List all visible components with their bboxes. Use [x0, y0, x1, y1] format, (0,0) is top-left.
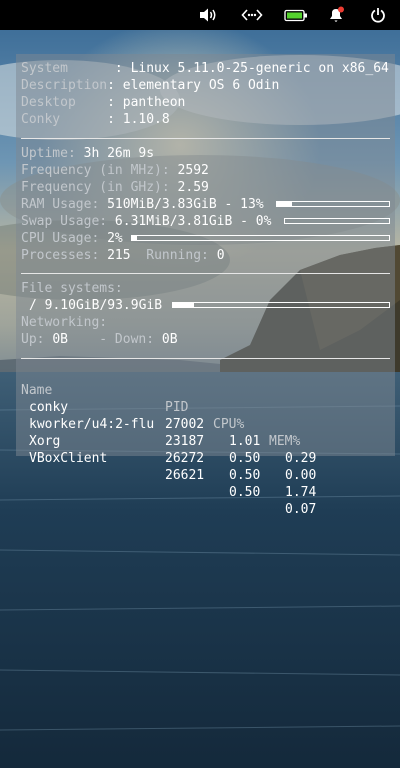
process-mem: 0.07: [285, 502, 317, 517]
processes-row: Processes: 215 Running: 0: [21, 247, 225, 264]
cpu-usage-bar-fill: [132, 236, 138, 240]
down-label: - Down:: [99, 332, 155, 347]
running-value: 0: [216, 248, 225, 263]
description-label: Description: [21, 78, 108, 93]
desktop-row: Desktop : pantheon: [21, 94, 185, 111]
filesystems-title: File systems:: [21, 281, 123, 296]
description-value: : elementary OS 6 Odin: [107, 78, 280, 93]
freq-ghz-label: Frequency (in GHz):: [21, 180, 170, 195]
up-label: Up:: [21, 332, 45, 347]
table-row: kworker/u4:2-flu 23187 0.50 0.00: [16, 399, 395, 483]
system-label: System: [21, 61, 115, 76]
up-value: 0B: [52, 332, 68, 347]
table-row: Xorg 26272 0.50 1.74: [16, 416, 395, 500]
swap-value: 6.31MiB/3.81GiB - 0%: [114, 214, 272, 229]
uptime-label: Uptime:: [21, 146, 76, 161]
top-panel: [0, 0, 400, 30]
process-cpu: 0.50: [229, 468, 261, 483]
divider: [21, 358, 390, 359]
table-row: VBoxClient 26621 0.50 0.07: [16, 433, 395, 517]
ram-usage-bar: [276, 201, 390, 207]
conky-version-row: Conky : 1.10.8: [21, 111, 170, 128]
process-mem: 0.00: [285, 468, 317, 483]
ram-value: 510MiB/3.83GiB - 13%: [107, 197, 264, 212]
description-row: Description: elementary OS 6 Odin: [21, 77, 279, 94]
table-row: conky 27002 1.01 0.29: [16, 382, 395, 466]
ram-label: RAM Usage:: [21, 197, 100, 212]
process-pid: 26272: [165, 451, 205, 466]
battery-icon[interactable]: [281, 0, 311, 30]
conky-value: : 1.10.8: [107, 112, 170, 127]
cpu-usage-bar: [131, 235, 390, 241]
volume-icon[interactable]: [193, 0, 223, 30]
freq-mhz-label: Frequency (in MHz):: [21, 163, 170, 178]
swap-usage-bar: [284, 218, 390, 224]
freq-ghz-value: 2.59: [177, 180, 209, 195]
root-fs-usage-bar: [172, 302, 390, 308]
system-value: : Linux 5.11.0-25-generic on x86_64: [114, 61, 389, 76]
networking-label: Networking:: [21, 315, 108, 330]
divider: [21, 273, 390, 274]
ram-row: RAM Usage: 510MiB/3.83GiB - 13%: [21, 196, 264, 213]
swap-label: Swap Usage:: [21, 214, 108, 229]
desktop-value: : pantheon: [107, 95, 186, 110]
process-table-header: Name PID CPU% MEM%: [16, 365, 395, 449]
processes-value: 215: [107, 248, 131, 263]
divider: [21, 138, 390, 139]
desktop-label: Desktop: [21, 95, 108, 110]
uptime-value: 3h 26m 9s: [83, 146, 155, 161]
freq-mhz-row: Frequency (in MHz): 2592: [21, 162, 209, 179]
down-value: 0B: [161, 332, 178, 347]
cpu-label: CPU Usage:: [21, 231, 100, 246]
network-speed-row: Up: 0B - Down: 0B: [21, 331, 178, 348]
power-icon[interactable]: [363, 0, 393, 30]
process-name: VBoxClient: [29, 451, 108, 466]
root-fs-usage-bar-fill: [173, 303, 194, 307]
processes-label: Processes:: [21, 248, 100, 263]
root-fs-value: / 9.10GiB/93.9GiB: [29, 298, 163, 313]
freq-mhz-value: 2592: [177, 163, 209, 178]
notification-bell-icon[interactable]: [321, 0, 351, 30]
freq-ghz-row: Frequency (in GHz): 2.59: [21, 179, 209, 196]
process-cpu: 0.50: [229, 451, 261, 466]
cpu-row: CPU Usage: 2%: [21, 230, 123, 247]
process-cpu: 0.50: [229, 485, 261, 500]
running-label: Running:: [146, 248, 209, 263]
process-mem: 0.29: [285, 451, 317, 466]
conky-label: Conky: [21, 112, 108, 127]
system-row: System : Linux 5.11.0-25-generic on x86_…: [21, 60, 389, 77]
process-pid: 26621: [165, 468, 205, 483]
root-fs-row: / 9.10GiB/93.9GiB: [29, 297, 162, 314]
swap-row: Swap Usage: 6.31MiB/3.81GiB - 0%: [21, 213, 271, 230]
cpu-value: 2%: [107, 231, 123, 246]
network-wired-icon[interactable]: [237, 0, 267, 30]
conky-widget: System : Linux 5.11.0-25-generic on x86_…: [16, 54, 395, 517]
process-mem: 1.74: [285, 485, 317, 500]
uptime-row: Uptime: 3h 26m 9s: [21, 145, 154, 162]
ram-usage-bar-fill: [277, 202, 292, 206]
